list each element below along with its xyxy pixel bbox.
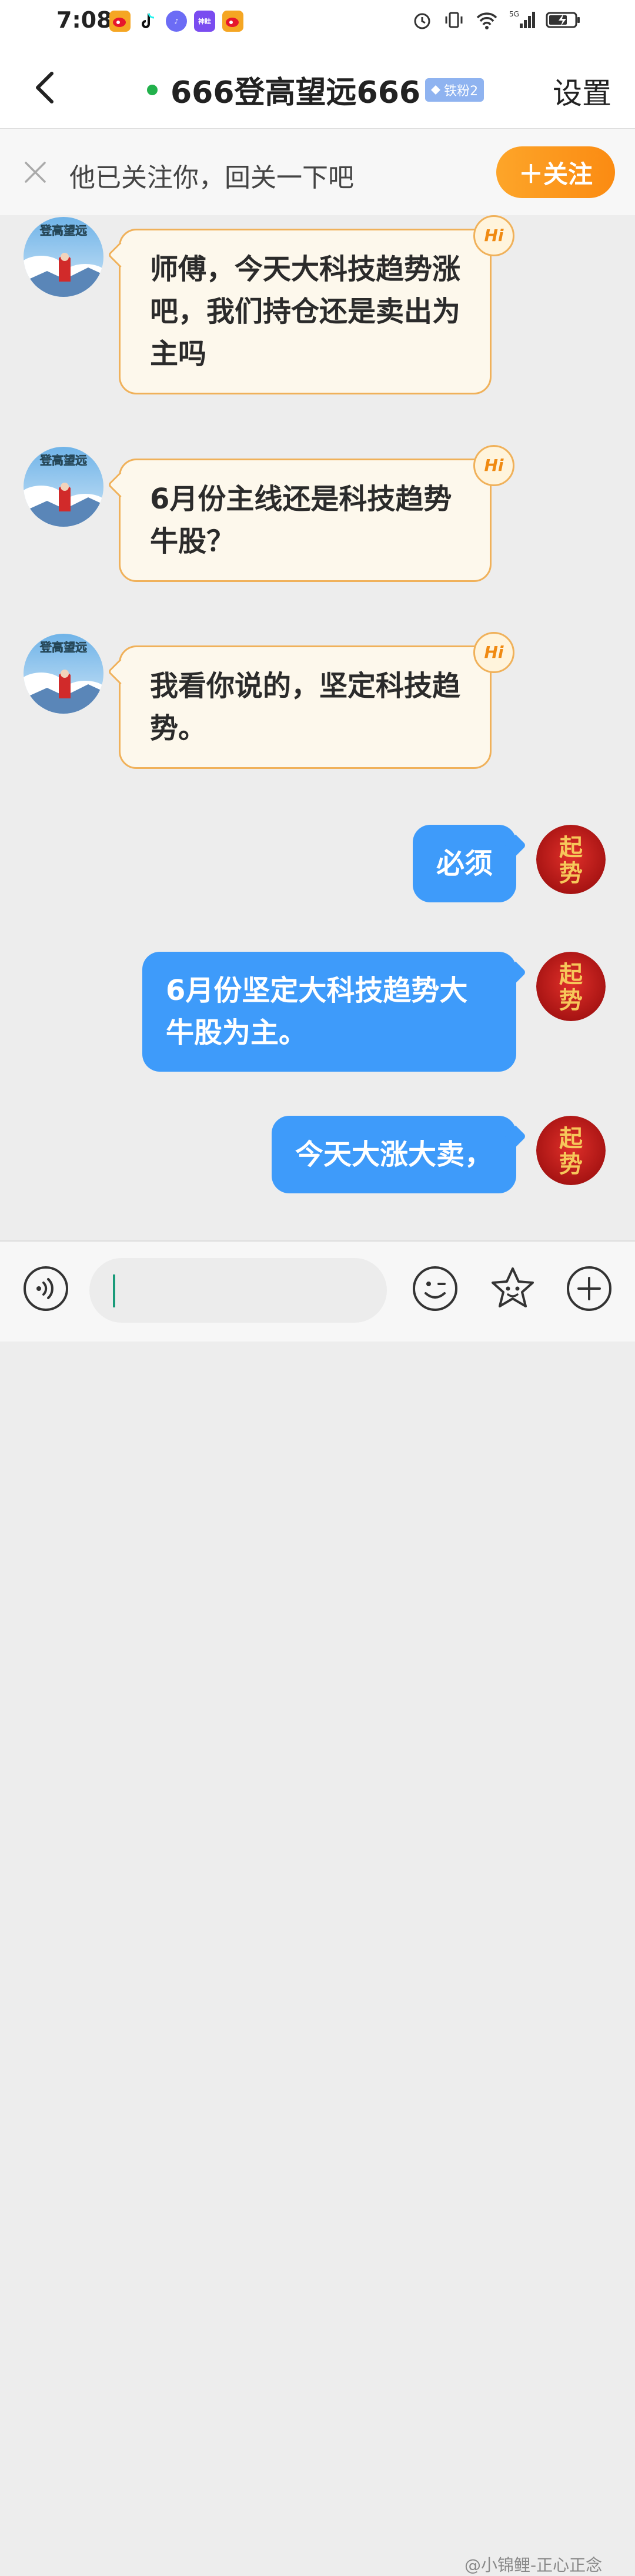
chat-title-group[interactable]: 666登高望远666 铁粉2: [147, 68, 484, 112]
vibrate-icon: [445, 12, 463, 28]
svg-text:势: 势: [559, 859, 583, 887]
svg-text:起: 起: [559, 1125, 583, 1152]
message-text: 必须: [436, 847, 493, 880]
contact-avatar[interactable]: 登高望远: [24, 634, 103, 714]
weibo-app-icon-2: [222, 11, 243, 32]
svg-text:登高望远: 登高望远: [39, 453, 87, 467]
status-indicators: 5G: [412, 9, 581, 31]
outgoing-message-bubble[interactable]: 必须: [412, 825, 516, 902]
fan-level-label: 铁粉2: [444, 83, 479, 99]
hi-badge-icon: Hi: [473, 632, 514, 673]
hi-badge-icon: Hi: [473, 445, 514, 486]
weibo-app-icon: [109, 11, 131, 32]
text-caret: [113, 1274, 115, 1307]
svg-text:登高望远: 登高望远: [39, 640, 87, 654]
diamond-icon: [431, 85, 441, 95]
plus-icon[interactable]: [566, 1265, 613, 1312]
svg-text:势: 势: [559, 986, 583, 1014]
message-text: 今天大涨大卖，: [295, 1138, 493, 1171]
hi-badge-icon: Hi: [473, 215, 514, 256]
back-arrow-icon[interactable]: [22, 64, 69, 111]
battery-charging-icon: [546, 12, 580, 28]
outgoing-message-bubble[interactable]: 6月份坚定大科技趋势大牛股为主。: [142, 952, 516, 1072]
chat-title: 666登高望远666: [171, 75, 421, 111]
music-app-icon: ♪: [166, 11, 187, 32]
follow-back-button[interactable]: ＋关注: [496, 146, 615, 198]
status-app-icons: ♪ 神眭: [109, 11, 243, 32]
incoming-message-bubble[interactable]: 师傅，今天大科技趋势涨吧，我们持仓还是卖出为主吗 Hi: [119, 215, 514, 394]
shenmei-app-icon: 神眭: [194, 11, 215, 32]
contact-avatar[interactable]: 登高望远: [24, 217, 103, 297]
message-text: 师傅，今天大科技趋势涨吧，我们持仓还是卖出为主吗: [150, 253, 461, 370]
settings-button[interactable]: 设置: [553, 70, 611, 112]
svg-text:登高望远: 登高望远: [39, 223, 87, 237]
emoji-icon[interactable]: [412, 1265, 459, 1312]
svg-text:起: 起: [559, 961, 583, 988]
follow-prompt-text: 他已关注你，回关一下吧: [69, 163, 354, 193]
follow-prompt-bar: 他已关注你，回关一下吧 ＋关注: [0, 129, 635, 215]
contact-avatar[interactable]: 登高望远: [24, 447, 103, 527]
outgoing-message-bubble[interactable]: 今天大涨大卖，: [271, 1116, 516, 1193]
watermark-text: @小锦鲤-正心正念: [464, 2555, 603, 2575]
signal-5g-icon: 5G: [509, 10, 535, 28]
message-input-bar: @小锦鲤-正心正念: [0, 1240, 635, 2575]
incoming-message-bubble[interactable]: 6月份主线还是科技趋势牛股？ Hi: [119, 445, 514, 582]
close-icon[interactable]: [22, 159, 48, 185]
my-avatar[interactable]: 起势: [536, 952, 606, 1021]
svg-text:5G: 5G: [509, 10, 519, 18]
status-bar: 7:08 ♪ 神眭 5G: [0, 0, 635, 44]
message-text: 我看你说的，坚定科技趋势。: [150, 670, 461, 745]
wifi-icon: [476, 12, 497, 29]
my-avatar[interactable]: 起势: [536, 1116, 606, 1185]
tiktok-app-icon: [138, 11, 159, 32]
online-status-dot: [147, 84, 158, 95]
sticker-icon[interactable]: [488, 1265, 537, 1314]
message-input[interactable]: [89, 1258, 387, 1323]
message-text: 6月份坚定大科技趋势大牛股为主。: [166, 974, 468, 1049]
fan-level-badge: 铁粉2: [425, 78, 484, 102]
svg-text:势: 势: [559, 1150, 583, 1178]
voice-icon[interactable]: [22, 1265, 69, 1312]
incoming-message-bubble[interactable]: 我看你说的，坚定科技趋势。 Hi: [119, 632, 514, 769]
status-time: 7:08: [56, 7, 112, 33]
chat-header: 666登高望远666 铁粉2 设置: [0, 44, 635, 129]
svg-text:起: 起: [559, 834, 583, 861]
my-avatar[interactable]: 起势: [536, 825, 606, 894]
message-text: 6月份主线还是科技趋势牛股？: [150, 483, 452, 558]
alarm-icon: [414, 13, 430, 29]
